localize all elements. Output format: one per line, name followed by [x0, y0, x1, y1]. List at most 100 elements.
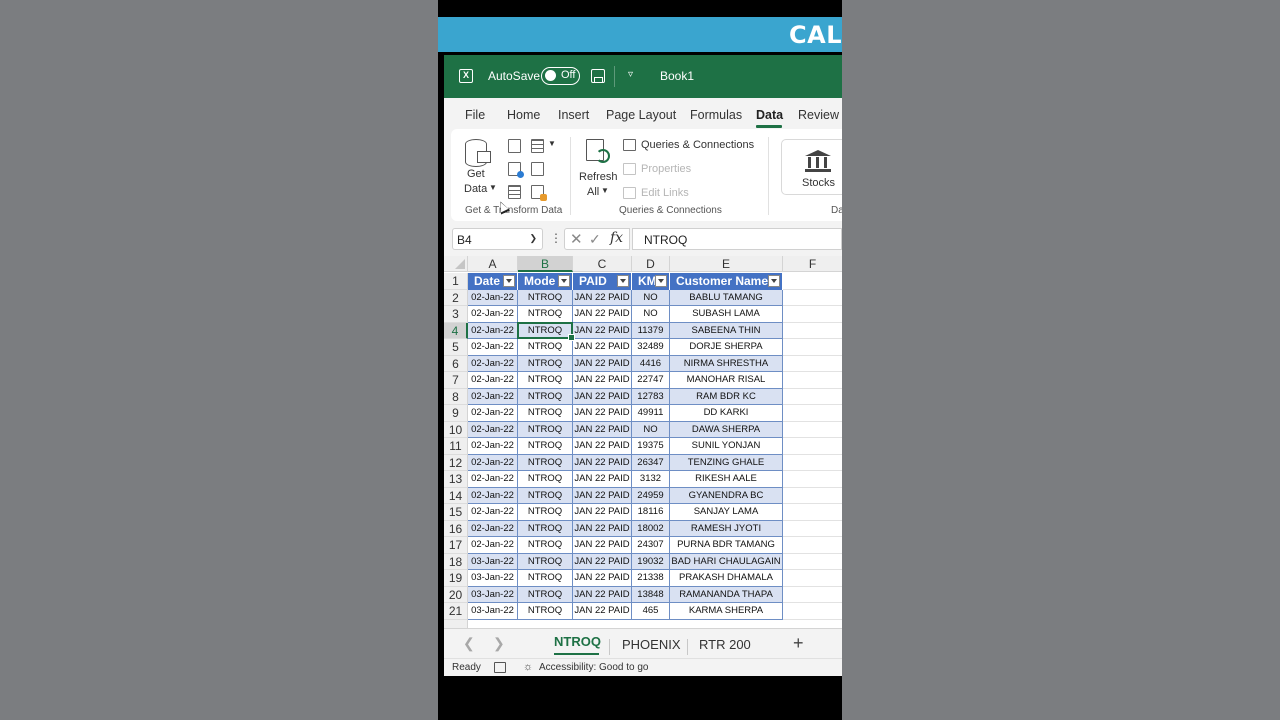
cell[interactable]: [783, 405, 842, 422]
cell-mode[interactable]: NTROQ: [518, 520, 573, 537]
row-header[interactable]: 21: [444, 603, 468, 620]
cell-mode[interactable]: NTROQ: [518, 339, 573, 356]
tab-file[interactable]: File: [465, 108, 485, 122]
row-header[interactable]: 18: [444, 553, 468, 570]
cell-km[interactable]: NO: [632, 421, 670, 438]
filter-dropdown-icon[interactable]: [768, 275, 780, 287]
cell-customer-name[interactable]: SUNIL YONJAN: [670, 438, 783, 455]
cell-mode[interactable]: NTROQ: [518, 603, 573, 620]
row-header[interactable]: 10: [444, 421, 468, 438]
tab-formulas[interactable]: Formulas: [690, 108, 742, 122]
cell-date[interactable]: 02-Jan-22: [468, 454, 518, 471]
cell[interactable]: [783, 438, 842, 455]
cell-date[interactable]: 02-Jan-22: [468, 372, 518, 389]
cell-km[interactable]: NO: [632, 306, 670, 323]
customize-toolbar-icon[interactable]: ▿: [628, 69, 633, 80]
cell-date[interactable]: 02-Jan-22: [468, 487, 518, 504]
select-all-button[interactable]: [444, 256, 468, 272]
row-header[interactable]: 13: [444, 471, 468, 488]
row-header[interactable]: [444, 619, 468, 628]
cell-mode[interactable]: NTROQ: [518, 487, 573, 504]
cell-customer-name[interactable]: SANJAY LAMA: [670, 504, 783, 521]
autosave-toggle[interactable]: Off: [541, 67, 580, 85]
cell-mode[interactable]: NTROQ: [518, 570, 573, 587]
tab-page-layout[interactable]: Page Layout: [606, 108, 676, 122]
cell-customer-name[interactable]: DAWA SHERPA: [670, 421, 783, 438]
row-header[interactable]: 16: [444, 520, 468, 537]
formula-input[interactable]: NTROQ: [632, 228, 842, 250]
cell-date[interactable]: 02-Jan-22: [468, 322, 518, 339]
row-header[interactable]: 20: [444, 586, 468, 603]
row-header[interactable]: 14: [444, 487, 468, 504]
cell-paid[interactable]: JAN 22 PAID: [573, 306, 632, 323]
cell-paid[interactable]: JAN 22 PAID: [573, 438, 632, 455]
cell-date[interactable]: 02-Jan-22: [468, 537, 518, 554]
cell-km[interactable]: 3132: [632, 471, 670, 488]
cell-mode[interactable]: NTROQ: [518, 553, 573, 570]
cell-date[interactable]: 02-Jan-22: [468, 339, 518, 356]
cell[interactable]: [783, 603, 842, 620]
cell-date[interactable]: 03-Jan-22: [468, 586, 518, 603]
cell-paid[interactable]: JAN 22 PAID: [573, 487, 632, 504]
from-web-icon[interactable]: [531, 139, 544, 153]
more-options-icon[interactable]: ⋮: [550, 231, 562, 245]
cell-km[interactable]: 13848: [632, 586, 670, 603]
row-header[interactable]: 1: [444, 273, 468, 290]
insert-function-button[interactable]: fx: [610, 230, 623, 246]
cell-date[interactable]: 02-Jan-22: [468, 405, 518, 422]
cell-km[interactable]: 26347: [632, 454, 670, 471]
cell-paid[interactable]: JAN 22 PAID: [573, 372, 632, 389]
column-header-c[interactable]: C: [573, 256, 632, 272]
cell-customer-name[interactable]: BABLU TAMANG: [670, 289, 783, 306]
cell-mode[interactable]: NTROQ: [518, 586, 573, 603]
filter-dropdown-icon[interactable]: [655, 275, 667, 287]
cell-km[interactable]: 21338: [632, 570, 670, 587]
cell-date[interactable]: 02-Jan-22: [468, 355, 518, 372]
filter-dropdown-icon[interactable]: [617, 275, 629, 287]
cell[interactable]: [783, 273, 842, 290]
cell-km[interactable]: 24307: [632, 537, 670, 554]
cell-paid[interactable]: JAN 22 PAID: [573, 504, 632, 521]
chevron-left-icon[interactable]: ❮: [463, 635, 475, 652]
cell-paid[interactable]: JAN 22 PAID: [573, 322, 632, 339]
column-header-d[interactable]: D: [632, 256, 670, 272]
cell-customer-name[interactable]: KARMA SHERPA: [670, 603, 783, 620]
sheet-tab-ntroq[interactable]: NTROQ: [554, 634, 601, 649]
from-range-icon[interactable]: [508, 185, 521, 199]
cell-date[interactable]: 03-Jan-22: [468, 570, 518, 587]
cell-paid[interactable]: JAN 22 PAID: [573, 289, 632, 306]
cell[interactable]: [783, 339, 842, 356]
cell-customer-name[interactable]: PURNA BDR TAMANG: [670, 537, 783, 554]
row-header[interactable]: 8: [444, 388, 468, 405]
close-icon[interactable]: ✕: [570, 230, 583, 248]
cell-date[interactable]: 02-Jan-22: [468, 306, 518, 323]
cell-mode[interactable]: NTROQ: [518, 388, 573, 405]
cell-km[interactable]: NO: [632, 289, 670, 306]
column-header-e[interactable]: E: [670, 256, 783, 272]
cell-date[interactable]: 03-Jan-22: [468, 603, 518, 620]
cell-paid[interactable]: JAN 22 PAID: [573, 586, 632, 603]
cell-paid[interactable]: JAN 22 PAID: [573, 355, 632, 372]
cell[interactable]: [783, 355, 842, 372]
cell-customer-name[interactable]: MANOHAR RISAL: [670, 372, 783, 389]
row-header[interactable]: 4: [444, 322, 468, 339]
tab-insert[interactable]: Insert: [558, 108, 589, 122]
sheet-tab-rtr-200[interactable]: RTR 200: [699, 637, 751, 652]
tab-data[interactable]: Data: [756, 108, 783, 122]
cell-mode[interactable]: NTROQ: [518, 471, 573, 488]
cell-mode[interactable]: NTROQ: [518, 355, 573, 372]
cell-km[interactable]: 19032: [632, 553, 670, 570]
cell-km[interactable]: 12783: [632, 388, 670, 405]
tab-review[interactable]: Review: [798, 108, 839, 122]
cell-customer-name[interactable]: DD KARKI: [670, 405, 783, 422]
cell-mode[interactable]: NTROQ: [518, 438, 573, 455]
cell-paid[interactable]: JAN 22 PAID: [573, 537, 632, 554]
cell-km[interactable]: 465: [632, 603, 670, 620]
cell-mode[interactable]: NTROQ: [518, 421, 573, 438]
cell[interactable]: [783, 471, 842, 488]
cell[interactable]: [783, 553, 842, 570]
cell-paid[interactable]: JAN 22 PAID: [573, 553, 632, 570]
cell-customer-name[interactable]: TENZING GHALE: [670, 454, 783, 471]
cell-paid[interactable]: JAN 22 PAID: [573, 454, 632, 471]
existing-connections-icon[interactable]: [531, 185, 547, 201]
